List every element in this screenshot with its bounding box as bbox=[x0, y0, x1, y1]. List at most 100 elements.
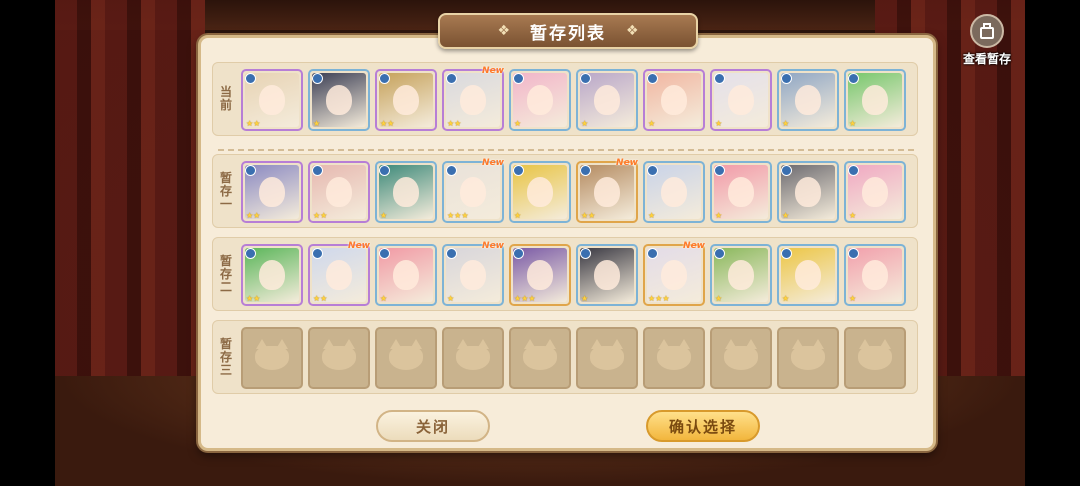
element-icon bbox=[245, 165, 256, 176]
element-icon bbox=[647, 165, 658, 176]
element-icon bbox=[446, 165, 457, 176]
cat-placeholder-icon bbox=[456, 339, 490, 370]
element-icon bbox=[379, 248, 390, 259]
character-card[interactable]: ★ bbox=[710, 69, 772, 131]
stash-icon bbox=[970, 14, 1004, 48]
element-icon bbox=[781, 165, 792, 176]
empty-slot[interactable] bbox=[375, 327, 437, 389]
character-card[interactable]: ★ bbox=[643, 69, 705, 131]
character-card[interactable]: ★★ bbox=[375, 69, 437, 131]
rarity-stars: ★ bbox=[380, 211, 388, 220]
character-card[interactable]: ★★ bbox=[308, 161, 370, 223]
element-icon bbox=[714, 248, 725, 259]
element-icon bbox=[513, 248, 524, 259]
element-icon bbox=[848, 73, 859, 84]
row-stash-3: 暂存三 bbox=[212, 320, 918, 394]
empty-slot[interactable] bbox=[844, 327, 906, 389]
row-label: 暂存一 bbox=[213, 155, 239, 227]
new-badge: New bbox=[482, 66, 504, 76]
element-icon bbox=[714, 73, 725, 84]
rarity-stars: ★ bbox=[849, 294, 857, 303]
character-card[interactable]: ★ bbox=[375, 244, 437, 306]
element-icon bbox=[379, 73, 390, 84]
element-icon bbox=[312, 73, 323, 84]
character-card[interactable]: ★ bbox=[643, 161, 705, 223]
character-card[interactable]: ★ bbox=[308, 69, 370, 131]
row-label-text: 暂存二 bbox=[219, 253, 232, 294]
cat-placeholder-icon bbox=[657, 339, 691, 370]
row-label-text: 暂存三 bbox=[219, 336, 232, 377]
character-card[interactable]: ★★ New bbox=[442, 66, 504, 131]
element-icon bbox=[848, 165, 859, 176]
row-label: 暂存三 bbox=[213, 321, 239, 393]
character-card[interactable]: ★ bbox=[509, 161, 571, 223]
character-card[interactable]: ★★ bbox=[241, 69, 303, 131]
rarity-stars: ★ bbox=[514, 119, 522, 128]
empty-slot[interactable] bbox=[576, 327, 638, 389]
character-card[interactable]: ★ bbox=[844, 69, 906, 131]
character-card[interactable]: ★ bbox=[576, 69, 638, 131]
empty-slot[interactable] bbox=[308, 327, 370, 389]
rarity-stars: ★★★ bbox=[648, 294, 670, 303]
new-badge: New bbox=[482, 241, 504, 251]
confirm-selection-button[interactable]: 确认选择 bbox=[646, 410, 760, 442]
cat-placeholder-icon bbox=[724, 339, 758, 370]
panel-title-plate: ❖ 暂存列表 ❖ bbox=[438, 13, 698, 49]
element-icon bbox=[245, 73, 256, 84]
rarity-stars: ★ bbox=[581, 119, 589, 128]
cat-placeholder-icon bbox=[858, 339, 892, 370]
character-card[interactable]: ★★ New bbox=[308, 241, 370, 306]
character-card[interactable]: ★★ New bbox=[576, 158, 638, 223]
panel-title: 暂存列表 bbox=[530, 23, 606, 44]
character-card[interactable]: ★ bbox=[710, 244, 772, 306]
character-card[interactable]: ★ bbox=[844, 244, 906, 306]
rarity-stars: ★★ bbox=[581, 211, 596, 220]
ornament-icon: ❖ bbox=[626, 23, 639, 39]
cat-placeholder-icon bbox=[322, 339, 356, 370]
rarity-stars: ★ bbox=[849, 119, 857, 128]
element-icon bbox=[312, 248, 323, 259]
character-card[interactable]: ★ New bbox=[442, 241, 504, 306]
rarity-stars: ★★ bbox=[313, 294, 328, 303]
character-card[interactable]: ★ bbox=[375, 161, 437, 223]
character-card[interactable]: ★ bbox=[777, 244, 839, 306]
character-card[interactable]: ★ bbox=[710, 161, 772, 223]
character-card[interactable]: ★ bbox=[576, 244, 638, 306]
empty-slot[interactable] bbox=[442, 327, 504, 389]
element-icon bbox=[714, 165, 725, 176]
character-card[interactable]: ★ bbox=[777, 161, 839, 223]
character-card[interactable]: ★★★ New bbox=[643, 241, 705, 306]
element-icon bbox=[781, 73, 792, 84]
rarity-stars: ★★ bbox=[246, 294, 261, 303]
empty-slot[interactable] bbox=[777, 327, 839, 389]
new-badge: New bbox=[616, 158, 638, 168]
empty-slot[interactable] bbox=[509, 327, 571, 389]
row-label-text: 当前 bbox=[219, 85, 232, 112]
view-stash-button[interactable]: 查看暂存 bbox=[957, 14, 1017, 67]
character-card[interactable]: ★★★ New bbox=[442, 158, 504, 223]
element-icon bbox=[312, 165, 323, 176]
rarity-stars: ★ bbox=[447, 294, 455, 303]
cat-placeholder-icon bbox=[590, 339, 624, 370]
new-badge: New bbox=[683, 241, 705, 251]
cat-placeholder-icon bbox=[389, 339, 423, 370]
empty-slot[interactable] bbox=[241, 327, 303, 389]
close-button[interactable]: 关闭 bbox=[376, 410, 490, 442]
row-label: 暂存二 bbox=[213, 238, 239, 310]
character-card[interactable]: ★ bbox=[844, 161, 906, 223]
rarity-stars: ★★ bbox=[246, 211, 261, 220]
empty-slot[interactable] bbox=[643, 327, 705, 389]
empty-slot[interactable] bbox=[710, 327, 772, 389]
rarity-stars: ★★ bbox=[447, 119, 462, 128]
cat-placeholder-icon bbox=[255, 339, 289, 370]
character-card[interactable]: ★ bbox=[509, 69, 571, 131]
element-icon bbox=[446, 73, 457, 84]
character-card[interactable]: ★★★ bbox=[509, 244, 571, 306]
rarity-stars: ★ bbox=[782, 211, 790, 220]
character-card[interactable]: ★★ bbox=[241, 161, 303, 223]
rarity-stars: ★ bbox=[380, 294, 388, 303]
ornament-icon: ❖ bbox=[497, 23, 510, 39]
character-card[interactable]: ★★ bbox=[241, 244, 303, 306]
rarity-stars: ★★ bbox=[313, 211, 328, 220]
character-card[interactable]: ★ bbox=[777, 69, 839, 131]
